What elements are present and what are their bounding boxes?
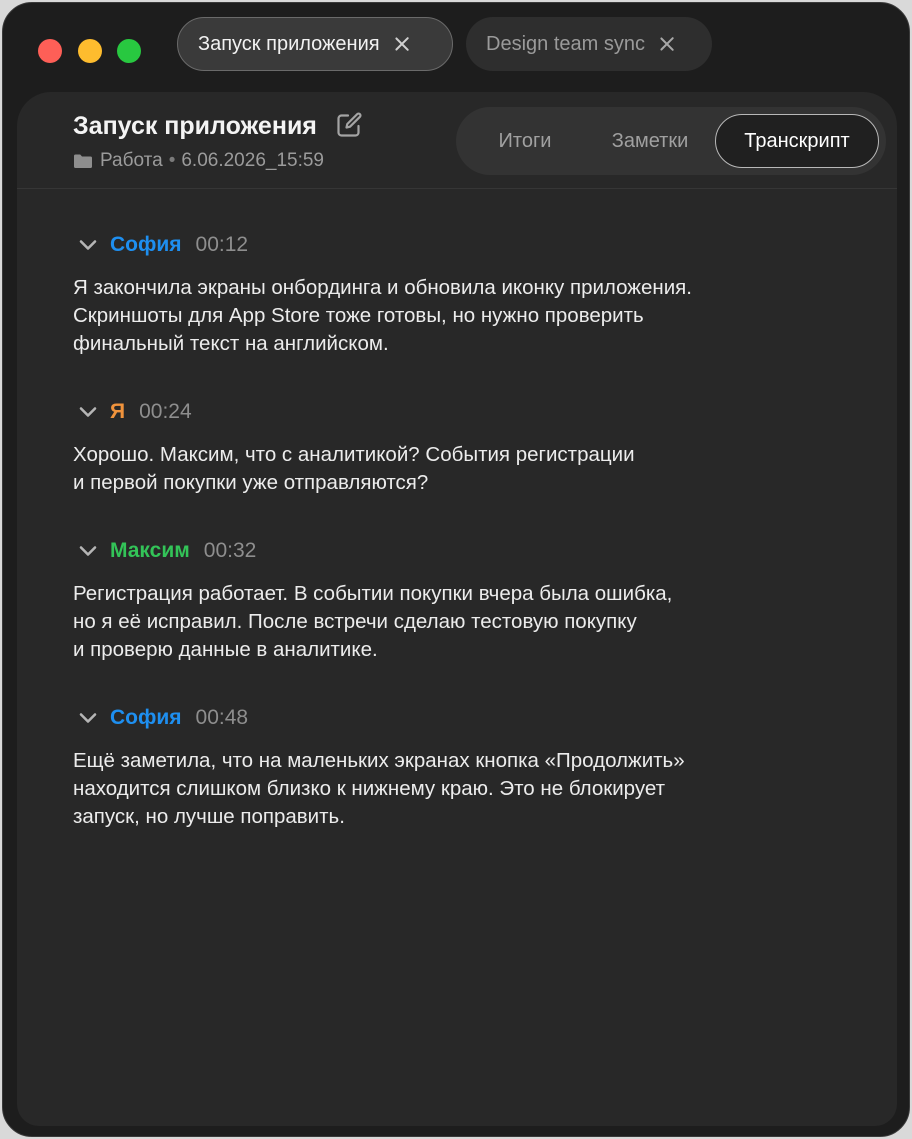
transcript-text: Ещё заметила, что на маленьких экранах к… [73,749,685,828]
tab-notes[interactable]: Заметки [590,114,710,168]
tab-transcript[interactable]: Транскрипт [715,114,879,168]
transcript-text: Я закончила экраны онбординга и обновила… [73,276,692,355]
window-minimize-button[interactable] [78,39,102,63]
window-close-button[interactable] [38,39,62,63]
chevron-down-icon[interactable] [79,712,97,724]
tab-label: Запуск приложения [198,32,380,55]
edit-icon[interactable] [335,111,363,139]
close-tab-icon[interactable] [394,36,410,52]
transcript-entry-header[interactable]: Я 00:24 [73,398,853,426]
close-tab-icon[interactable] [659,36,675,52]
speaker-name: Максим [110,539,190,562]
timestamp[interactable]: 00:12 [196,233,249,257]
transcript-entry: София 00:12 Я закончила экраны онбординг… [73,231,853,358]
transcript-list: София 00:12 Я закончила экраны онбординг… [73,231,853,871]
timestamp[interactable]: 00:48 [196,706,249,730]
tab-design-sync[interactable]: Design team sync [466,17,712,71]
transcript-text: Регистрация работает. В событии покупки … [73,582,673,661]
transcript-entry: София 00:48 Ещё заметила, что на маленьк… [73,704,853,831]
app-window: Запуск приложения Design team sync Запус… [2,2,910,1137]
transcript-entry-header[interactable]: Максим 00:32 [73,537,853,565]
chevron-down-icon[interactable] [79,406,97,418]
speaker-name: Я [110,400,126,423]
speaker-name: София [110,233,182,256]
tab-summary[interactable]: Итоги [470,114,580,168]
meta-separator: • [168,150,176,171]
transcript-entry: Максим 00:32 Регистрация работает. В соб… [73,537,853,664]
folder-label[interactable]: Работа [100,150,163,172]
tab-launch[interactable]: Запуск приложения [177,17,453,71]
page-title: Запуск приложения [73,112,317,140]
document-header: Запуск приложения Работа • 6.06.2026_15:… [17,92,897,189]
transcript-text: Хорошо. Максим, что с аналитикой? Событи… [73,443,635,494]
timestamp[interactable]: 00:24 [139,400,192,424]
tab-label: Design team sync [486,32,645,55]
transcript-entry-header[interactable]: София 00:12 [73,231,853,259]
timestamp[interactable]: 00:32 [204,539,257,563]
document-meta: Работа • 6.06.2026_15:59 [73,150,324,172]
transcript-entry: Я 00:24 Хорошо. Максим, что с аналитикой… [73,398,853,497]
speaker-name: София [110,706,182,729]
chevron-down-icon[interactable] [79,239,97,251]
folder-icon [74,154,92,168]
transcript-entry-header[interactable]: София 00:48 [73,704,853,732]
meeting-datetime: 6.06.2026_15:59 [181,150,324,171]
chevron-down-icon[interactable] [79,545,97,557]
view-segmented-control: Итоги Заметки Транскрипт [456,107,886,175]
content-panel: Запуск приложения Работа • 6.06.2026_15:… [17,92,897,1126]
window-maximize-button[interactable] [117,39,141,63]
